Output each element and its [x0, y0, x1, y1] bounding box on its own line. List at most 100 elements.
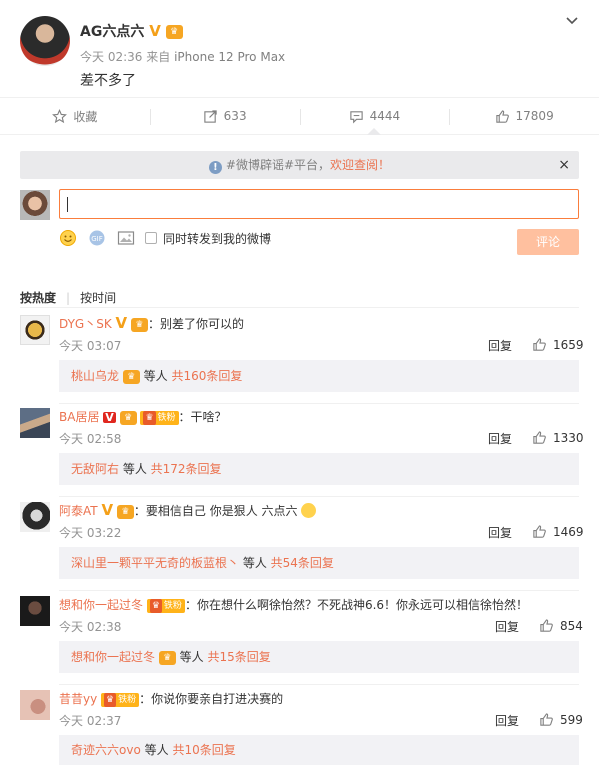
submit-comment-button[interactable]: 评论: [517, 229, 579, 255]
sub-reply-user[interactable]: 想和你一起过冬: [71, 650, 155, 664]
star-icon: [52, 108, 68, 123]
action-bar: 收藏 633 4444 17809: [0, 97, 599, 135]
post-time[interactable]: 今天 02:36: [80, 50, 142, 64]
chevron-down-icon[interactable]: [565, 14, 579, 28]
member-crown-icon: ♛: [122, 369, 140, 384]
comment-like-button[interactable]: 1330: [532, 430, 584, 445]
like-button[interactable]: 17809: [449, 98, 599, 134]
comment-like-count: 599: [560, 712, 583, 727]
reply-button[interactable]: 回复: [488, 337, 512, 354]
comment-text: ：你说你要亲自打进决赛的: [139, 692, 284, 706]
sub-reply-user[interactable]: 奇迹六六ovo: [71, 743, 141, 757]
sub-replies-summary[interactable]: 想和你一起过冬 ♛ 等人 共15条回复: [59, 641, 579, 673]
comment-like-button[interactable]: 1659: [532, 337, 584, 352]
verified-v-icon: V: [149, 22, 161, 40]
comment-like-count: 1659: [553, 337, 584, 352]
fan-badge-label: 铁粉: [118, 694, 137, 705]
commenter-name[interactable]: 昔昔yy: [59, 692, 97, 706]
commenter-name[interactable]: DYG丶SK: [59, 317, 112, 331]
commenter-avatar[interactable]: [20, 596, 50, 626]
comment-like-count: 854: [560, 618, 583, 633]
sub-reply-user[interactable]: 桃山乌龙: [71, 369, 119, 383]
thumbs-up-icon: [533, 338, 546, 351]
rumor-notice-bar: ! #微博辟谣#平台，欢迎查阅！ ×: [20, 151, 579, 179]
composer-tools: GIF 同时转发到我的微博: [59, 228, 271, 248]
author-line: AG六点六 V ♛: [80, 21, 183, 41]
comment-input[interactable]: [59, 189, 579, 219]
commenter-name[interactable]: 阿泰AT: [59, 504, 98, 518]
sub-reply-more[interactable]: 共160条回复: [171, 369, 242, 383]
comment-button[interactable]: 4444: [299, 98, 450, 135]
comment-text: ：别差了你可以的: [147, 317, 244, 331]
comment-time: 今天 03:22: [59, 526, 122, 540]
comment-like-button[interactable]: 599: [539, 712, 583, 727]
reply-button[interactable]: 回复: [495, 618, 519, 635]
comment-like-count: 1330: [553, 430, 584, 445]
commenter-avatar[interactable]: [20, 315, 50, 345]
verified-v-icon: V: [115, 314, 128, 332]
sub-reply-mid: 等人: [175, 650, 208, 664]
reply-button[interactable]: 回复: [488, 524, 512, 541]
sub-reply-more[interactable]: 共172条回复: [151, 462, 222, 476]
notice-text[interactable]: #微博辟谣#平台，: [226, 158, 330, 172]
comment-like-count: 1469: [553, 524, 584, 539]
comment-text: ：你在想什么啊徐怡然？不死战神6.6！你永远可以相信徐怡然！: [184, 598, 529, 612]
post-meta: 今天 02:36 来自 iPhone 12 Pro Max: [80, 48, 285, 65]
commenter-avatar[interactable]: [20, 690, 50, 720]
commenter-name[interactable]: 想和你一起过冬: [59, 598, 143, 612]
sub-reply-mid: 等人: [119, 462, 151, 476]
divider: [59, 590, 579, 591]
repost-checkbox[interactable]: [145, 232, 157, 244]
post-content: 差不多了: [80, 73, 136, 89]
commenter-avatar[interactable]: [20, 408, 50, 438]
sub-reply-more[interactable]: 共54条回复: [271, 556, 334, 570]
divider: [59, 403, 579, 404]
notice-link[interactable]: 欢迎查阅！: [330, 158, 390, 172]
sub-reply-more[interactable]: 共15条回复: [207, 650, 270, 664]
emoji-icon[interactable]: [59, 229, 77, 247]
thumbs-up-icon: [533, 525, 546, 538]
sub-reply-user[interactable]: 深山里一颗平平无奇的板蓝根丶: [71, 556, 239, 570]
source-prefix: 来自: [146, 50, 171, 64]
repost-button[interactable]: 633: [149, 98, 300, 134]
text-caret: [67, 197, 68, 212]
sub-reply-user[interactable]: 无敌阿右: [71, 462, 119, 476]
thumbs-up-icon: [533, 431, 546, 444]
author-avatar[interactable]: [20, 16, 70, 66]
sub-replies-summary[interactable]: 无敌阿右 等人 共172条回复: [59, 453, 579, 485]
post-header: AG六点六 V ♛ 今天 02:36 来自 iPhone 12 Pro Max …: [0, 0, 599, 97]
tab-sort-hot[interactable]: 按热度: [20, 291, 56, 305]
comment-like-button[interactable]: 1469: [532, 524, 584, 539]
favorite-button[interactable]: 收藏: [0, 98, 150, 134]
image-icon[interactable]: [117, 229, 135, 247]
comment-like-button[interactable]: 854: [539, 618, 583, 633]
repost-checkbox-label[interactable]: 同时转发到我的微博: [163, 230, 271, 247]
sub-replies-summary[interactable]: 深山里一颗平平无奇的板蓝根丶 等人 共54条回复: [59, 547, 579, 579]
tab-sort-time[interactable]: 按时间: [80, 291, 116, 305]
reply-button[interactable]: 回复: [495, 712, 519, 729]
sub-reply-more[interactable]: 共10条回复: [172, 743, 235, 757]
sub-reply-mid: 等人: [239, 556, 271, 570]
fan-badge: ♛ 铁粉: [101, 692, 140, 707]
commenter-avatar[interactable]: [20, 502, 50, 532]
sub-reply-mid: 等人: [139, 369, 172, 383]
comment-count: 4444: [369, 109, 401, 123]
svg-text:GIF: GIF: [91, 235, 103, 243]
repost-icon: [203, 109, 217, 123]
sub-replies-summary[interactable]: 桃山乌龙 ♛ 等人 共160条回复: [59, 360, 579, 392]
shy-face-emoji-icon: [301, 503, 317, 518]
commenter-name[interactable]: BA居居: [59, 410, 99, 424]
close-icon[interactable]: ×: [558, 151, 570, 179]
sort-separator: |: [66, 291, 71, 305]
comment-text: ：要相信自己 你是狠人 六点六: [133, 504, 298, 518]
sub-replies-summary[interactable]: 奇迹六六ovo 等人 共10条回复: [59, 735, 579, 765]
post-source: iPhone 12 Pro Max: [174, 50, 286, 64]
comment-time: 今天 02:58: [59, 432, 122, 446]
author-name[interactable]: AG六点六: [80, 24, 144, 40]
reply-button[interactable]: 回复: [488, 430, 512, 447]
fan-badge: ♛ 铁粉: [146, 598, 185, 613]
comment-line: DYG丶SK V ♛ ：别差了你可以的: [59, 315, 244, 332]
comment-line: 昔昔yy ♛ 铁粉 ：你说你要亲自打进决赛的: [59, 690, 283, 707]
gif-icon[interactable]: GIF: [87, 229, 107, 247]
thumbs-up-icon: [540, 713, 553, 726]
